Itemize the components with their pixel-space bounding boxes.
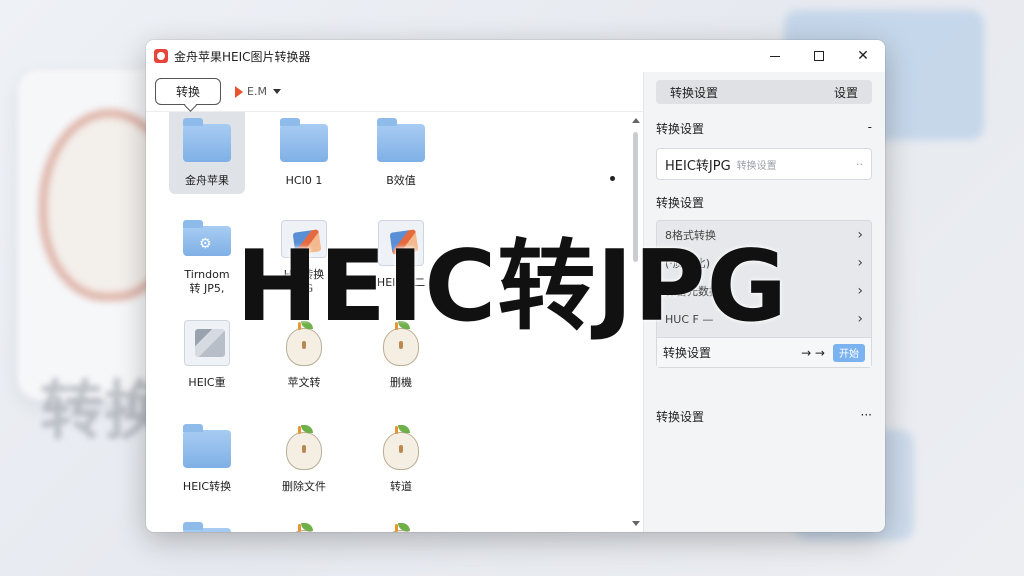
action-row-label: 转换设置	[663, 346, 712, 360]
format-hint: 转换设置	[736, 160, 777, 172]
scroll-up-icon[interactable]	[632, 118, 640, 123]
file-label: 删除文件	[282, 480, 326, 493]
close-icon: ✕	[857, 48, 869, 64]
section-convert-settings: 转换设置 -	[656, 120, 872, 137]
arrow-right-icon: → →	[801, 345, 825, 360]
file-tile[interactable]	[266, 512, 342, 532]
chevron-right-icon: ›	[857, 255, 863, 271]
field-more[interactable]: ··	[856, 158, 863, 171]
section-title: 转换设置	[656, 196, 705, 210]
file-tile[interactable]: ⚙ Tirndom 转 JP5,	[169, 210, 245, 296]
play-icon	[235, 85, 243, 98]
maximize-icon	[814, 51, 824, 61]
window-controls: ✕	[753, 40, 885, 72]
mode-label: E.M	[247, 85, 267, 98]
file-tile[interactable]	[169, 512, 245, 532]
file-label: 删機	[390, 376, 412, 389]
folder-icon	[180, 522, 234, 532]
apple-file-icon	[374, 522, 428, 532]
chevron-down-icon	[272, 89, 281, 94]
file-tile[interactable]: B效值	[363, 112, 439, 194]
apple-file-icon	[374, 424, 428, 470]
file-label: 转道	[390, 480, 412, 493]
file-label: HEIC转换	[182, 480, 232, 493]
section-title: 转换设置	[656, 410, 705, 424]
tab-convert-settings[interactable]: 转换设置	[670, 84, 718, 101]
file-label: 金舟苹果	[185, 174, 229, 187]
apple-file-icon	[277, 424, 331, 470]
minimize-icon	[770, 55, 780, 57]
section-title: 转换设置	[656, 122, 705, 136]
file-label: 苹文转	[287, 376, 321, 389]
file-tile[interactable]	[363, 512, 439, 532]
folder-icon	[180, 118, 234, 164]
file-label: HEIC重	[188, 376, 226, 389]
chevron-right-icon: ›	[857, 283, 863, 299]
toolbar: 转换 E.M	[146, 72, 643, 112]
tab-settings[interactable]: 设置	[834, 84, 858, 101]
file-tile[interactable]: HEIC转换	[169, 414, 245, 500]
close-button[interactable]: ✕	[841, 40, 885, 72]
start-button[interactable]: 开始	[833, 343, 865, 362]
file-label: B效值	[386, 174, 416, 187]
convert-button[interactable]: 转换	[155, 78, 221, 105]
file-tile[interactable]: 金舟苹果	[169, 112, 245, 194]
app-logo-icon	[154, 49, 168, 63]
headline-overlay: HEIC转JPG	[236, 230, 789, 344]
scroll-down-icon[interactable]	[632, 521, 640, 526]
file-tile[interactable]: 删除文件	[266, 414, 342, 500]
folder-icon	[180, 424, 234, 470]
file-tile[interactable]: HEIC重	[169, 310, 245, 396]
collapse-toggle[interactable]: -	[868, 120, 872, 137]
apple-file-icon	[277, 522, 331, 532]
window-title: 金舟苹果HEIC图片转换器	[174, 49, 311, 64]
file-tile[interactable]: 转道	[363, 414, 439, 500]
settings-tabs: 转换设置 设置	[656, 80, 872, 104]
file-label: Tirndom 转 JP5,	[184, 268, 230, 295]
file-label: HCI0 1	[285, 174, 323, 187]
chevron-right-icon: ›	[857, 311, 863, 327]
minimize-button[interactable]	[753, 40, 797, 72]
folder-icon: ⚙	[180, 220, 234, 258]
image-file-icon	[180, 320, 234, 366]
folder-icon	[277, 118, 331, 164]
chevron-right-icon: ›	[857, 227, 863, 243]
format-value: HEIC转JPG	[665, 158, 731, 174]
more-icon[interactable]: ···	[861, 408, 872, 425]
format-field[interactable]: HEIC转JPG 转换设置 ··	[656, 148, 872, 180]
section-options: 转换设置	[656, 194, 872, 211]
section-more: 转换设置 ···	[656, 408, 872, 425]
mode-dropdown[interactable]: E.M	[235, 85, 281, 98]
title-bar: 金舟苹果HEIC图片转换器 ✕	[146, 40, 885, 72]
file-tile[interactable]: HCI0 1	[266, 112, 342, 194]
indicator-dot	[610, 176, 615, 181]
maximize-button[interactable]	[797, 40, 841, 72]
folder-icon	[374, 118, 428, 164]
